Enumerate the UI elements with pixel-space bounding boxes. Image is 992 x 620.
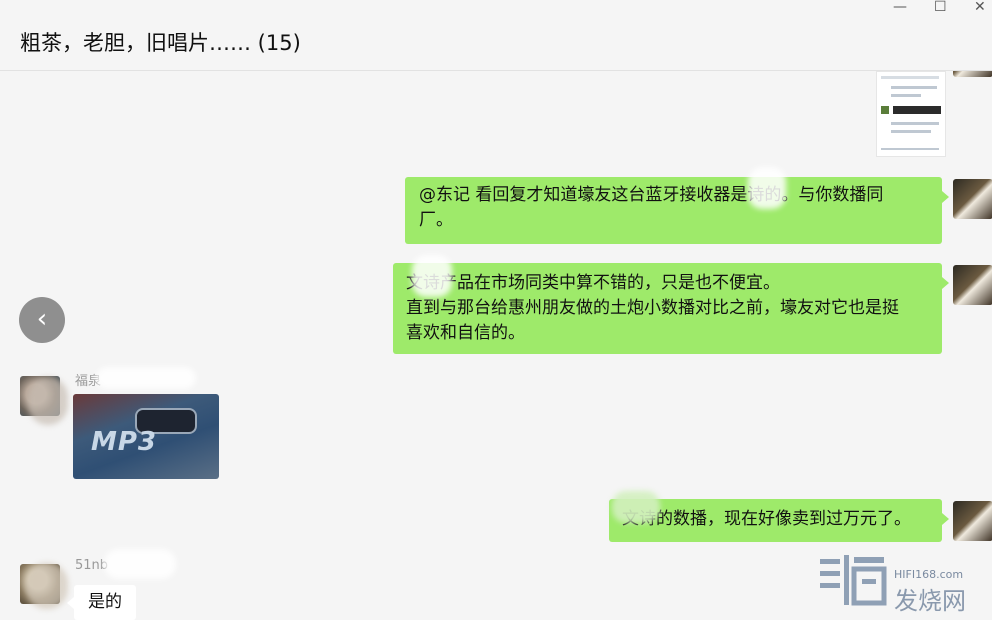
message-image-screenshot[interactable] — [876, 71, 946, 157]
chat-header: 粗茶，老胆，旧唱片…… (15) — ☐ ✕ — [0, 0, 992, 71]
privacy-blur — [28, 377, 68, 425]
message-line: 厂。 — [419, 210, 453, 230]
privacy-blur — [96, 367, 196, 389]
watermark: HIFI168.com 发烧网 — [818, 553, 988, 615]
message-line: 文诗的数播，现在好像卖到过万元了。 — [622, 509, 911, 529]
image-caption: MP3 — [91, 427, 158, 457]
watermark-name: 发烧网 — [894, 587, 966, 615]
my-avatar[interactable] — [953, 179, 992, 219]
chat-title: 粗茶，老胆，旧唱片…… (15) — [20, 31, 301, 55]
privacy-blur — [26, 563, 68, 609]
my-avatar[interactable] — [953, 501, 992, 541]
my-avatar[interactable] — [953, 71, 992, 77]
message-bubble-3[interactable]: 文诗产品在市场同类中算不错的，只是也不便宜。 直到与那台给惠州朋友做的土炮小数播… — [393, 263, 949, 354]
close-button[interactable]: ✕ — [974, 0, 986, 14]
chevron-left-icon[interactable]: ‹ — [19, 297, 65, 343]
minimize-button[interactable]: — — [893, 0, 907, 14]
message-bubble-2[interactable]: @东记 看回复才知道壕友这台蓝牙接收器是诗的。与你数播同 厂。 — [405, 177, 949, 244]
watermark-url: HIFI168.com — [894, 568, 964, 581]
privacy-blur — [748, 167, 786, 209]
privacy-blur — [412, 255, 452, 297]
message-line: 是的 — [88, 592, 122, 612]
my-avatar[interactable] — [953, 265, 992, 305]
message-line: @东记 看回复才知道壕友这台蓝牙接收器是 — [419, 185, 748, 205]
message-line: 直到与那台给惠州朋友做的土炮小数播对比之前，壕友对它也是挺 — [406, 298, 899, 318]
hifi-logo-icon — [820, 555, 887, 606]
maximize-button[interactable]: ☐ — [934, 0, 947, 14]
message-bubble-6[interactable]: 是的 — [67, 585, 136, 620]
message-list[interactable]: @东记 看回复才知道壕友这台蓝牙接收器是诗的。与你数播同 厂。 文诗产品在市场同… — [0, 71, 992, 620]
message-line: 喜欢和自信的。 — [406, 323, 525, 343]
privacy-blur — [612, 491, 660, 523]
privacy-blur — [104, 549, 176, 579]
message-line: 文诗产品在市场同类中算不错的，只是也不便宜。 — [406, 273, 780, 293]
message-image-mp3[interactable]: MP3 — [73, 394, 219, 479]
